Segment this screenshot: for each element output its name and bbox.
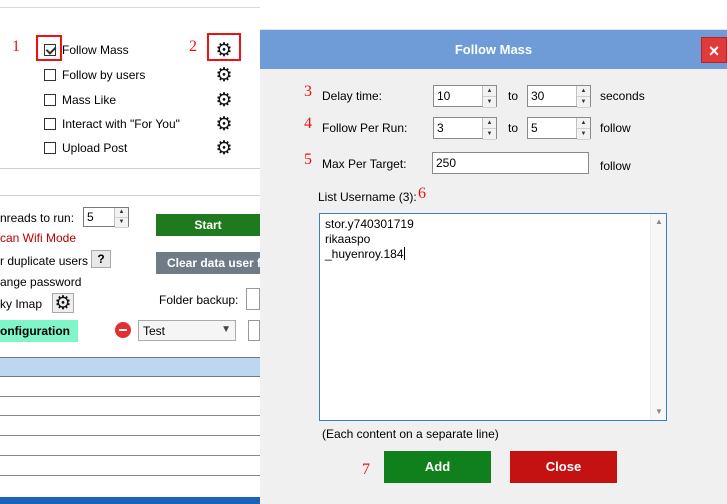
task-label: Interact with "For You" <box>62 117 180 131</box>
per-run-to-label: to <box>508 121 519 135</box>
highlight-box-gear <box>207 33 241 61</box>
username-line: stor.y740301719 <box>325 217 414 231</box>
task-mass-like[interactable]: Mass Like <box>44 92 116 108</box>
imap-gear-icon[interactable]: ⚙ <box>52 293 74 313</box>
annotation-marker: 2 <box>189 38 197 55</box>
delay-from-spin[interactable]: ▲ ▼ <box>482 86 496 108</box>
delay-from-value: 10 <box>437 89 451 103</box>
upload-post-checkbox[interactable] <box>44 142 56 154</box>
per-run-unit-label: follow <box>600 121 631 135</box>
username-textarea[interactable]: stor.y740301719 rikaaspo _huyenroy.184 ▲… <box>319 213 667 421</box>
per-run-from-value: 3 <box>437 121 444 135</box>
max-target-value: 250 <box>436 156 457 170</box>
clear-data-button[interactable]: Clear data user f <box>156 252 260 274</box>
interact-for-you-gear-icon[interactable]: ⚙ <box>215 115 233 134</box>
status-bar <box>0 497 260 504</box>
interact-for-you-checkbox[interactable] <box>44 118 56 130</box>
threads-stepper[interactable]: 5 ▲ ▼ <box>83 207 129 228</box>
threads-label: nreads to run: <box>0 211 75 225</box>
delay-to-spin[interactable]: ▲ ▼ <box>576 86 590 108</box>
main-window: Follow Mass Follow by users Mass Like In… <box>0 0 260 504</box>
annotation-marker: 1 <box>12 38 20 55</box>
delay-unit-label: seconds <box>600 89 645 103</box>
remove-icon[interactable] <box>115 322 131 338</box>
table-row[interactable] <box>0 396 260 397</box>
task-interact-for-you[interactable]: Interact with "For You" <box>44 116 180 132</box>
mass-like-gear-icon[interactable]: ⚙ <box>215 91 233 110</box>
scroll-up-icon[interactable]: ▲ <box>651 214 667 230</box>
imap-label: ky Imap <box>0 297 43 311</box>
duplicate-users-label: r duplicate users <box>0 254 89 268</box>
per-run-to-value: 5 <box>531 121 538 135</box>
delay-label: Delay time: <box>322 89 383 103</box>
per-run-label: Follow Per Run: <box>322 121 408 135</box>
username-text: _huyenroy.184 <box>325 247 404 261</box>
start-button[interactable]: Start <box>156 214 260 236</box>
configuration-button[interactable]: onfiguration <box>0 320 78 342</box>
task-label: Mass Like <box>62 93 117 107</box>
task-label: Follow Mass <box>62 43 129 57</box>
mass-like-checkbox[interactable] <box>44 94 56 106</box>
change-password-label: ange password <box>0 275 82 289</box>
close-button[interactable]: Close <box>510 451 617 483</box>
threads-value: 5 <box>87 210 94 224</box>
account-grid[interactable] <box>0 357 260 504</box>
grid-header <box>0 357 260 377</box>
annotation-marker: 6 <box>418 185 426 202</box>
max-target-unit-label: follow <box>600 159 631 173</box>
follow-mass-dialog: Follow Mass × 3 Delay time: 10 ▲ ▼ to 30 … <box>260 30 727 504</box>
delay-to-label: to <box>508 89 519 103</box>
highlight-box-checkbox <box>36 35 62 61</box>
table-row[interactable] <box>0 455 260 456</box>
task-label: Upload Post <box>62 141 128 155</box>
help-button[interactable]: ? <box>91 250 111 268</box>
chevron-down-icon: ▼ <box>221 324 231 335</box>
follow-by-users-checkbox[interactable] <box>44 69 56 81</box>
per-run-to-input[interactable]: 5 ▲ ▼ <box>527 117 591 140</box>
list-username-label: List Username (3): <box>318 190 417 204</box>
task-follow-by-users[interactable]: Follow by users <box>44 67 145 83</box>
max-target-input[interactable]: 250 <box>432 152 589 174</box>
delay-to-input[interactable]: 30 ▲ ▼ <box>527 85 591 108</box>
upload-post-gear-icon[interactable]: ⚙ <box>215 139 233 158</box>
per-run-from-input[interactable]: 3 ▲ ▼ <box>433 117 497 140</box>
profile-input[interactable] <box>248 320 260 341</box>
folder-backup-input[interactable] <box>246 288 260 310</box>
textarea-scrollbar[interactable]: ▲ ▼ <box>650 214 666 420</box>
table-row[interactable] <box>0 475 260 476</box>
scroll-down-icon[interactable]: ▼ <box>651 404 667 420</box>
follow-by-users-gear-icon[interactable]: ⚙ <box>215 66 233 85</box>
delay-to-value: 30 <box>531 89 545 103</box>
per-run-from-spin[interactable]: ▲ ▼ <box>482 118 496 140</box>
text-caret <box>403 247 405 260</box>
section-divider <box>0 168 260 169</box>
add-button[interactable]: Add <box>384 451 491 483</box>
table-row[interactable] <box>0 435 260 436</box>
username-line: _huyenroy.184 <box>325 247 666 262</box>
folder-backup-label: Folder backup: <box>159 293 239 307</box>
section-divider <box>0 195 260 196</box>
annotation-marker: 3 <box>304 83 312 100</box>
annotation-marker: 7 <box>362 461 370 478</box>
annotation-marker: 5 <box>304 151 312 168</box>
task-label: Follow by users <box>62 68 146 82</box>
profile-select-value: Test <box>143 324 166 338</box>
textarea-hint: (Each content on a separate line) <box>322 427 499 441</box>
top-bar-right <box>260 0 727 30</box>
annotation-marker: 4 <box>304 115 312 132</box>
username-line: rikaaspo <box>325 232 371 246</box>
delay-from-input[interactable]: 10 ▲ ▼ <box>433 85 497 108</box>
threads-spin-arrows[interactable]: ▲ ▼ <box>114 208 128 228</box>
dialog-title: Follow Mass <box>260 30 727 69</box>
scan-wifi-label: can Wifi Mode <box>0 231 77 245</box>
table-row[interactable] <box>0 415 260 416</box>
close-icon[interactable]: × <box>701 37 727 63</box>
max-target-label: Max Per Target: <box>322 157 407 171</box>
profile-select[interactable]: Test ▼ <box>138 320 236 341</box>
per-run-to-spin[interactable]: ▲ ▼ <box>576 118 590 140</box>
top-divider <box>0 0 260 8</box>
task-upload-post[interactable]: Upload Post <box>44 140 127 156</box>
